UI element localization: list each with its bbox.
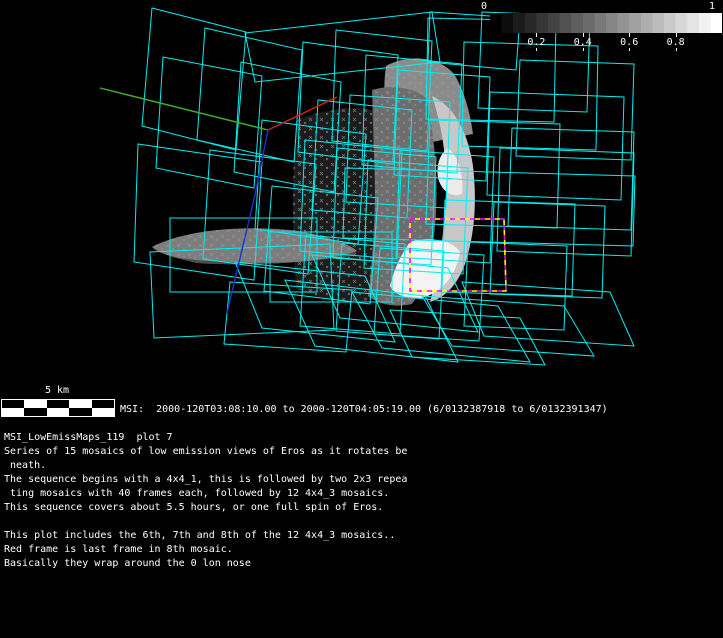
scale-bar-cell [69, 408, 91, 416]
plot-window: 0 1 0.2 0.4 0.6 0.8 5 km MSI: 2000-120T03:0… [0, 0, 723, 638]
mosaic-frame [487, 92, 624, 200]
colorbar-subtick [536, 48, 537, 51]
colorbar-subtick [629, 48, 630, 51]
scale-bar-cell [47, 408, 69, 416]
scale-bar-cell [92, 408, 114, 416]
colorbar-tick-label: 0.8 [667, 37, 685, 48]
mosaic-frame [422, 296, 594, 356]
colorbar-tick-label: 0.2 [527, 37, 545, 48]
scale-bar-cell [69, 400, 91, 408]
scale-bar-cell [92, 400, 114, 408]
colorbar-subtick [676, 48, 677, 51]
status-line: MSI: 2000-120T03:08:10.00 to 2000-120T04… [120, 403, 608, 416]
plot-3d-scene [0, 0, 723, 392]
colorbar-subtick [583, 48, 584, 51]
colorbar-max-label: 1 [709, 1, 715, 13]
axis-green [100, 88, 268, 130]
mosaic-frame [197, 28, 302, 162]
mosaic-frame [142, 8, 246, 150]
colorbar-tick-label: 0.4 [574, 37, 592, 48]
scale-bar-cell [47, 400, 69, 408]
colorbar-gradient [490, 13, 722, 33]
mosaic-frame [462, 42, 598, 150]
scale-bar-label: 5 km [0, 385, 114, 397]
colorbar-min-label: 0 [481, 1, 487, 13]
mosaic-frame [490, 202, 605, 298]
scale-bar-checker [1, 399, 115, 417]
mosaic-frame [508, 128, 634, 230]
scale-bar-cell [2, 400, 24, 408]
scale-bar-cell [2, 408, 24, 416]
colorbar-tick-label: 0.6 [620, 37, 638, 48]
scale-bar-cell [24, 408, 46, 416]
caption-text: MSI_LowEmissMaps_119 plot 7 Series of 15… [4, 431, 407, 571]
scale-bar-cell [24, 400, 46, 408]
